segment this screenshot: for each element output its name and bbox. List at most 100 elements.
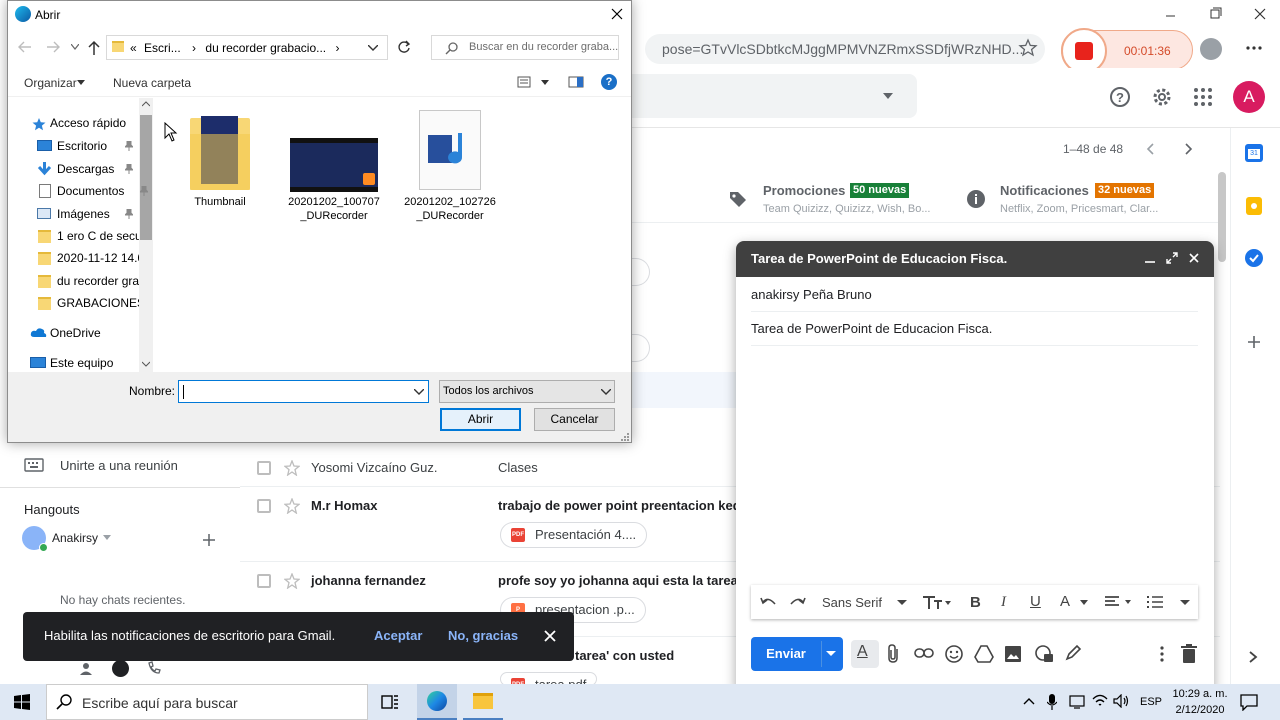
file-name[interactable]: 20201202_102726 [402,196,498,208]
volume-icon[interactable] [1113,694,1129,708]
category-promotions[interactable]: Promociones [763,183,845,198]
hangouts-user[interactable]: Anakirsy [52,531,98,545]
discard-trash-icon[interactable] [1180,644,1198,664]
add-addon-icon[interactable] [1245,333,1263,351]
refresh-icon[interactable] [397,40,411,54]
attachment-chip[interactable]: PDF Presentación 4.... [500,522,648,548]
email-sender[interactable]: johanna fernandez [311,573,426,588]
taskbar-search-placeholder[interactable]: Escribe aquí para buscar [82,695,238,711]
nav-item-quick-access[interactable]: Acceso rápido [50,112,126,134]
dialog-close-icon[interactable] [609,6,625,22]
file-name[interactable]: 20201202_100707 [285,196,383,208]
nav-item-folder[interactable]: 2020-11-12 14.01 [57,247,139,269]
more-formatting-icon[interactable] [1180,600,1190,606]
cancel-button[interactable]: Cancelar [534,408,615,431]
nav-item-this-pc[interactable]: Este equipo [50,352,113,374]
help-icon[interactable]: ? [601,74,617,90]
align-icon[interactable] [1104,595,1134,609]
clock-date[interactable]: 2/12/2020 [1170,704,1230,716]
task-view-icon[interactable] [381,693,399,711]
nav-item-downloads[interactable]: Descargas [57,158,114,180]
row-checkbox[interactable] [257,499,271,513]
folder-thumbnail[interactable] [190,114,250,190]
nav-item-desktop[interactable]: Escritorio [57,135,107,157]
url-text[interactable]: pose=GTvVlcSDbtkcMJggMPMVNZRmxSSDfjWRzNH… [662,41,1023,57]
email-sender[interactable]: M.r Homax [311,498,377,513]
underline-icon[interactable]: U [1030,593,1041,610]
email-subject[interactable]: Clases [498,460,538,475]
forward-arrow-icon[interactable] [45,40,61,54]
toast-accept-button[interactable]: Aceptar [374,628,422,643]
hangouts-chat-icon[interactable] [112,660,129,677]
breadcrumb-item[interactable]: du recorder grabacio... [205,41,326,55]
microphone-icon[interactable] [1047,694,1057,710]
star-icon[interactable] [284,573,300,589]
apps-grid-icon[interactable] [1193,87,1213,107]
browser-menu-icon[interactable] [1244,38,1264,58]
font-size-icon[interactable] [922,594,952,610]
search-placeholder[interactable]: Buscar en du recorder graba... [469,41,618,53]
settings-gear-icon[interactable] [1150,85,1174,109]
email-subject[interactable]: trabajo de power point preentacion ked [498,498,736,513]
scroll-down-icon[interactable] [142,361,150,367]
next-page-icon[interactable] [1180,141,1196,157]
scroll-up-icon[interactable] [142,101,150,107]
breadcrumb-overflow[interactable]: « [130,41,137,55]
breadcrumb-item[interactable]: Escri... [144,41,181,55]
chevron-down-icon[interactable] [897,600,907,606]
nav-scrollbar-thumb[interactable] [140,115,152,240]
taskbar-edge-button[interactable] [417,684,457,720]
numbered-list-icon[interactable] [1146,594,1164,610]
restore-window-icon[interactable] [1205,4,1225,24]
nav-item-folder[interactable]: 1 ero C de secun [57,225,139,247]
breadcrumb-separator[interactable]: › [192,41,196,55]
formatting-options-icon[interactable]: A [851,640,879,668]
tasks-icon[interactable] [1245,249,1263,267]
filename-dropdown-icon[interactable] [414,389,424,395]
emoji-icon[interactable] [944,644,964,664]
nav-item-documents[interactable]: Documentos [57,180,124,202]
input-language[interactable]: ESP [1140,696,1162,708]
attach-file-icon[interactable] [885,644,903,664]
open-button[interactable]: Abrir [440,408,521,431]
preview-pane-icon[interactable] [568,76,584,88]
nav-item-folder[interactable]: GRABACIONES [57,292,139,314]
signature-pen-icon[interactable] [1064,644,1082,662]
star-icon[interactable] [284,498,300,514]
recipient-field[interactable]: anakirsy Peña Bruno [751,287,872,302]
chevron-down-icon[interactable] [541,80,549,85]
mail-list-scrollbar[interactable] [1218,172,1226,262]
redo-icon[interactable] [789,594,807,610]
new-chat-plus-icon[interactable] [202,533,216,547]
undo-icon[interactable] [759,594,777,610]
phone-icon[interactable] [147,661,161,675]
subject-field[interactable]: Tarea de PowerPoint de Educacion Fisca. [751,321,992,336]
view-options-icon[interactable] [517,76,531,88]
category-notifications[interactable]: Notificaciones [1000,183,1089,198]
filename-input[interactable] [178,380,429,403]
more-options-icon[interactable] [1154,645,1170,663]
email-sender[interactable]: Yosomi Vizcaíno Guz. [311,460,437,475]
toast-decline-button[interactable]: No, gracias [448,628,518,643]
row-checkbox[interactable] [257,574,271,588]
confidential-mode-icon[interactable] [1034,644,1054,664]
compose-fullscreen-icon[interactable] [1165,251,1179,265]
breadcrumb[interactable]: « Escri... › du recorder grabacio... › [130,41,339,55]
font-family-select[interactable]: Sans Serif [822,595,882,610]
close-window-icon[interactable] [1250,4,1270,24]
organize-button[interactable]: Organizar [24,76,77,90]
file-name[interactable]: Thumbnail [185,196,255,208]
resize-grip-icon[interactable] [620,432,630,442]
taskbar-explorer-button[interactable] [463,684,503,720]
text-color-icon[interactable]: A [1060,593,1070,610]
star-icon[interactable] [284,460,300,476]
nav-item-images[interactable]: Imágenes [57,203,110,225]
italic-icon[interactable]: I [1001,594,1006,611]
person-icon[interactable] [79,662,93,676]
nav-item-folder[interactable]: du recorder grab [57,270,139,292]
minimize-window-icon[interactable] [1160,4,1180,24]
chevron-down-icon[interactable] [77,80,85,85]
insert-link-icon[interactable] [914,646,934,660]
chevron-down-icon[interactable] [1080,600,1088,606]
send-button[interactable]: Enviar [751,637,821,671]
